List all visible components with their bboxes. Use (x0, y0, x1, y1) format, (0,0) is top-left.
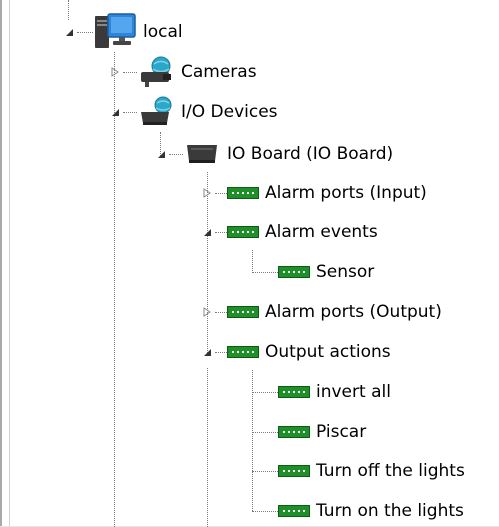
tree-node-label: Alarm events (265, 222, 378, 242)
collapse-arrow-icon[interactable] (153, 140, 169, 168)
port-icon (278, 266, 310, 278)
tree-node-invert-all[interactable]: invert all (252, 378, 391, 406)
tree-node-label: Alarm ports (Input) (265, 183, 427, 203)
port-icon (278, 465, 310, 477)
tree-node-label: IO Board (IO Board) (227, 144, 394, 164)
collapse-arrow-icon[interactable] (107, 98, 123, 126)
tree-node-io-devices[interactable]: I/O Devices (107, 96, 278, 128)
io-devices-icon (137, 96, 175, 128)
tree-node-label: I/O Devices (181, 102, 278, 122)
port-icon (227, 346, 259, 358)
tree-node-label: Output actions (265, 342, 391, 362)
tree-node-alarm-ports-output[interactable]: Alarm ports (Output) (199, 298, 442, 326)
expand-arrow-icon[interactable] (107, 58, 123, 86)
tree-branch-line (215, 351, 227, 353)
tree-node-local[interactable]: local (61, 13, 183, 48)
tree-node-cameras[interactable]: Cameras (107, 56, 257, 88)
tree-branch-line (77, 31, 93, 33)
collapse-arrow-icon[interactable] (199, 338, 215, 366)
tree-branch-line (215, 231, 227, 233)
tree-node-sensor[interactable]: Sensor (252, 258, 374, 286)
tree-branch-line (169, 153, 183, 155)
port-icon (278, 386, 310, 398)
port-icon (227, 306, 259, 318)
tree-node-output-actions[interactable]: Output actions (199, 338, 391, 366)
camera-group-icon (137, 56, 175, 88)
tree-connector-line (207, 368, 208, 527)
tree-node-label: Piscar (316, 422, 367, 442)
tree-branch-line (252, 510, 278, 512)
window-frame-inner-border (9, 0, 10, 527)
collapse-arrow-icon[interactable] (199, 218, 215, 246)
tree-node-label: Turn off the lights (316, 461, 465, 481)
tree-node-io-board[interactable]: IO Board (IO Board) (153, 140, 393, 168)
port-icon (227, 226, 259, 238)
tree-node-alarm-events[interactable]: Alarm events (199, 218, 378, 246)
tree-branch-line (252, 271, 278, 273)
tree-node-label: invert all (316, 382, 391, 402)
tree-node-label: Turn on the lights (316, 501, 464, 521)
collapse-arrow-icon[interactable] (61, 18, 77, 46)
port-icon (227, 187, 259, 199)
expand-arrow-icon[interactable] (199, 298, 215, 326)
tree-node-label: Cameras (181, 62, 257, 82)
window-frame-left-border (0, 0, 2, 527)
tree-connector-line (68, 0, 69, 20)
tree-branch-line (123, 111, 137, 113)
port-icon (278, 505, 310, 517)
tree-branch-line (215, 311, 227, 313)
expand-arrow-icon[interactable] (199, 179, 215, 207)
tree-node-piscar[interactable]: Piscar (252, 418, 366, 446)
tree-node-label: Alarm ports (Output) (265, 302, 442, 322)
tree-node-label: Sensor (316, 262, 375, 282)
tree-branch-line (215, 192, 227, 194)
tree-branch-line (252, 470, 278, 472)
tree-branch-line (252, 431, 278, 433)
computer-icon (93, 12, 137, 52)
port-icon (278, 426, 310, 438)
tree-node-turn-on-lights[interactable]: Turn on the lights (252, 497, 464, 525)
io-board-icon (183, 141, 221, 167)
tree-node-turn-off-lights[interactable]: Turn off the lights (252, 457, 465, 485)
tree-node-label: local (143, 22, 183, 42)
tree-branch-line (252, 391, 278, 393)
tree-node-alarm-ports-input[interactable]: Alarm ports (Input) (199, 179, 427, 207)
tree-branch-line (123, 71, 137, 73)
